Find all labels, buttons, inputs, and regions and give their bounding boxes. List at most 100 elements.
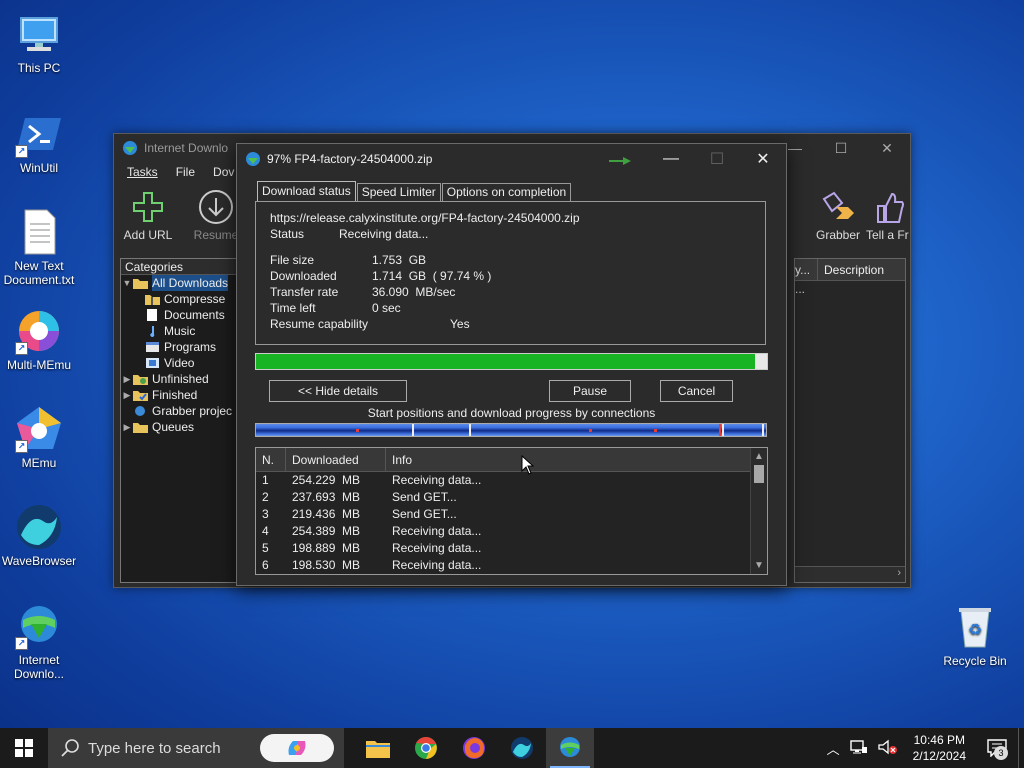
volume-muted-icon[interactable] (873, 739, 903, 758)
tree-item-video[interactable]: Video (121, 355, 239, 371)
idm-logo-icon (123, 141, 137, 155)
close-button[interactable]: ✕ (864, 134, 910, 162)
pause-button[interactable]: Pause (549, 380, 631, 402)
tree-item-unfinished[interactable]: ▶ Unfinished (121, 371, 239, 387)
download-progress-fill (256, 354, 756, 369)
desktop-icon-internet-download-manager[interactable]: ↗ Internet Downlo... (0, 602, 78, 681)
desktop-icon-recycle-bin[interactable]: ♻ Recycle Bin (936, 603, 1014, 668)
tree-item-documents[interactable]: Documents (121, 307, 239, 323)
downloads-list-panel: y... Description ... › (794, 258, 906, 583)
tell-a-friend-button[interactable]: Tell a Fr (866, 186, 912, 242)
desktop-icon-multi-memu[interactable]: ↗ Multi-MEmu (0, 307, 78, 372)
cancel-button[interactable]: Cancel (660, 380, 733, 402)
taskbar-clock[interactable]: 10:46 PM 2/12/2024 (903, 732, 976, 764)
taskbar-internet-download-manager[interactable] (546, 728, 594, 768)
copilot-icon (288, 741, 306, 755)
download-arrow-icon (199, 190, 233, 224)
scroll-up-icon[interactable]: ▲ (751, 448, 767, 465)
connection-marker (589, 429, 592, 432)
file-explorer-icon (366, 741, 390, 758)
menu-file[interactable]: File (167, 165, 204, 179)
desktop-icon-new-text-document[interactable]: New Text Document.txt (0, 208, 78, 287)
windows-logo-icon (15, 739, 33, 757)
recycle-bin-icon: ♻ (951, 603, 999, 651)
tree-item-finished[interactable]: ▶ Finished (121, 387, 239, 403)
scroll-down-icon[interactable]: ▼ (751, 557, 767, 574)
list-item[interactable]: ... (795, 281, 905, 297)
desktop-icon-memu[interactable]: ↗ MEmu (0, 405, 78, 470)
column-header-info[interactable]: Info (386, 448, 752, 471)
desktop-icon-label: MEmu (21, 456, 57, 470)
show-hidden-icons-icon[interactable]: ︿ (822, 739, 845, 758)
desktop-icon-this-pc[interactable]: This PC (0, 10, 78, 75)
table-row[interactable]: 1 254.229 MB Receiving data... (256, 472, 767, 489)
taskbar-search-box[interactable]: Type here to search (48, 728, 344, 768)
shortcut-arrow-icon: ↗ (15, 145, 28, 158)
tree-item-queues[interactable]: ▶ Queues (121, 419, 239, 435)
close-button[interactable]: ✕ (740, 144, 786, 174)
finished-folder-icon (133, 391, 148, 401)
desktop-icon-winutil[interactable]: ↗ WinUtil (0, 110, 78, 175)
downloaded-value: 1.714 GB ( 97.74 % ) (372, 269, 492, 283)
column-header-description[interactable]: Description (818, 259, 884, 280)
copilot-button[interactable] (260, 734, 334, 762)
horizontal-scrollbar[interactable]: › (795, 566, 905, 582)
vertical-scrollbar[interactable]: ▲ ▼ (750, 448, 767, 574)
collapse-icon[interactable]: ▼ (121, 275, 133, 291)
show-desktop-button[interactable] (1018, 728, 1024, 768)
start-button[interactable] (0, 728, 48, 768)
add-url-button[interactable]: Add URL (114, 186, 182, 242)
taskbar-firefox[interactable] (450, 728, 498, 768)
multi-memu-icon: ↗ (15, 307, 63, 355)
column-header-truncated[interactable]: y... (795, 259, 818, 280)
tree-item-grabber-projects[interactable]: Grabber projec (121, 403, 239, 419)
table-row[interactable]: 3 219.436 MB Send GET... (256, 506, 767, 523)
queues-folder-icon (133, 423, 148, 433)
tree-item-compressed[interactable]: Compresse (121, 291, 239, 307)
table-row[interactable]: 4 254.389 MB Receiving data... (256, 523, 767, 540)
grabber-button[interactable]: Grabber (804, 186, 872, 242)
tab-speed-limiter[interactable]: Speed Limiter (356, 183, 441, 201)
connections-progress-bar (255, 423, 767, 437)
svg-text:♻: ♻ (968, 622, 982, 639)
network-icon[interactable] (845, 739, 873, 758)
expand-icon[interactable]: ▶ (121, 419, 133, 435)
dialog-titlebar[interactable]: 97% FP4-factory-24504000.zip — ☐ ✕ (237, 144, 786, 174)
menu-tasks[interactable]: Tasks (118, 165, 167, 179)
column-header-downloaded[interactable]: Downloaded (286, 448, 386, 471)
scrollbar-thumb[interactable] (754, 465, 764, 483)
maximize-button[interactable]: ☐ (818, 134, 864, 162)
table-row[interactable]: 6 198.530 MB Receiving data... (256, 557, 767, 574)
desktop-icon-wavebrowser[interactable]: WaveBrowser (0, 503, 78, 568)
scroll-right-icon[interactable]: › (897, 567, 901, 579)
notification-center-button[interactable]: 3 (976, 728, 1018, 768)
expand-icon[interactable]: ▶ (121, 371, 133, 387)
table-row[interactable]: 5 198.889 MB Receiving data... (256, 540, 767, 557)
notification-count-badge: 3 (994, 746, 1008, 760)
tell-a-friend-label: Tell a Fr (866, 228, 909, 242)
dialog-tabs: Download status Speed Limiter Options on… (257, 181, 572, 201)
hide-details-button[interactable]: << Hide details (269, 380, 407, 402)
tab-download-status[interactable]: Download status (257, 181, 356, 201)
grabber-globe-icon (135, 406, 145, 416)
desktop-icon-label: Recycle Bin (943, 654, 1007, 668)
categories-panel: Categories ▼ All Downloads Compresse Doc… (120, 258, 240, 583)
time-left-label: Time left (270, 301, 316, 315)
taskbar-chrome[interactable] (402, 728, 450, 768)
connection-marker (356, 429, 359, 432)
expand-icon[interactable]: ▶ (121, 387, 133, 403)
tree-item-all-downloads[interactable]: ▼ All Downloads (121, 275, 239, 291)
tree-item-music[interactable]: Music (121, 323, 239, 339)
clock-date: 2/12/2024 (912, 749, 966, 763)
table-row[interactable]: 2 237.693 MB Send GET... (256, 489, 767, 506)
tab-options-on-completion[interactable]: Options on completion (441, 183, 572, 201)
maximize-button: ☐ (709, 151, 725, 168)
minimize-button[interactable]: — (648, 144, 694, 174)
taskbar-wavebrowser[interactable] (498, 728, 546, 768)
column-header-n[interactable]: N. (256, 448, 286, 471)
tree-item-programs[interactable]: Programs (121, 339, 239, 355)
taskbar-file-explorer[interactable] (354, 728, 402, 768)
plus-icon (133, 192, 163, 222)
shortcut-arrow-icon: ↗ (15, 637, 28, 650)
grabber-icon (822, 191, 854, 219)
